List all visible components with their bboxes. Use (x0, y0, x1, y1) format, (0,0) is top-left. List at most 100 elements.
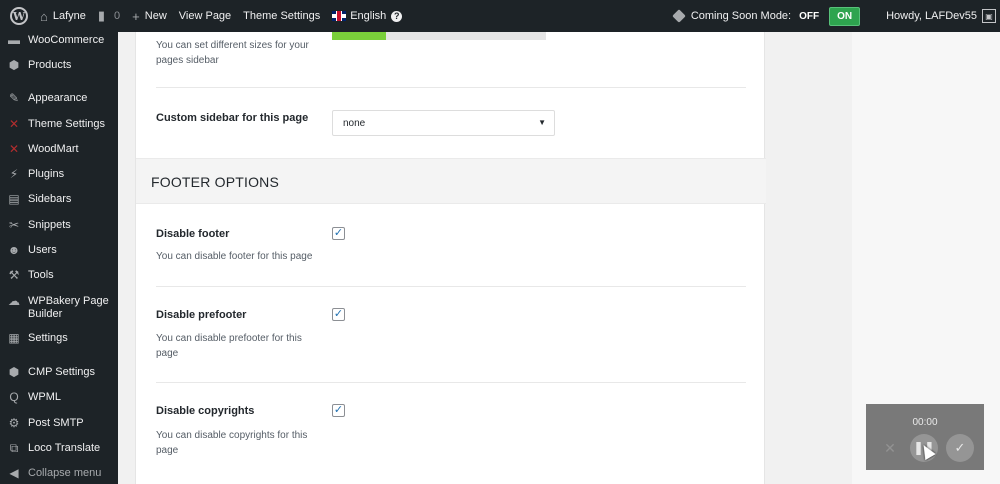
sidebar-item-label: Plugins (28, 168, 65, 180)
products-icon: ⬢ (8, 58, 20, 72)
coming-soon-label: Coming Soon Mode: (690, 10, 792, 22)
avatar: ▣ (982, 9, 996, 23)
cloud-icon: ☁ (8, 294, 20, 308)
sidebar-item-users[interactable]: ☻ Users (0, 244, 118, 257)
howdy-label: Howdy, LAFDev55 (886, 10, 977, 22)
view-page-link[interactable]: View Page (173, 0, 237, 32)
sidebar-item-sidebars[interactable]: ▤ Sidebars (0, 193, 118, 206)
brush-icon: ✎ (8, 91, 20, 105)
disable-copyrights-desc: You can disable copyrights for this page (156, 430, 308, 456)
checkmark-icon: ✓ (333, 308, 344, 320)
wpml-icon: Q (9, 390, 19, 404)
on-badge[interactable]: ON (829, 6, 861, 26)
sidebar-item-label: Theme Settings (28, 118, 106, 130)
recorder-time: 00:00 (912, 417, 938, 428)
translate-icon: ⧉ (9, 441, 19, 455)
sidebar-item-label: WPML (28, 391, 61, 403)
sidebar-item-settings[interactable]: ▦ Settings (0, 332, 118, 345)
divider (156, 87, 746, 88)
question-icon: ? (391, 10, 403, 22)
my-account-link[interactable]: Howdy, LAFDev55 ▣ (880, 0, 1000, 32)
sidebar-item-label: Settings (28, 332, 68, 344)
chevron-down-icon: ▼ (538, 118, 546, 127)
disable-prefooter-label: Disable prefooter (156, 309, 247, 321)
sidebar-size-desc: You can set different sizes for your pag… (156, 40, 309, 66)
sidebar-item-woocommerce[interactable]: ▬ WooCommerce (0, 34, 118, 47)
page-options-panel: You can set different sizes for your pag… (135, 32, 766, 484)
off-label: OFF (799, 10, 820, 22)
woodmart-icon: ✕ (8, 142, 20, 156)
site-name-link[interactable]: ⌂ Lafyne (34, 0, 92, 32)
theme-settings-icon: ✕ (8, 117, 20, 131)
sidebar-item-label: Tools (28, 269, 54, 281)
sidebar-item-wpml[interactable]: Q WPML (0, 391, 118, 404)
custom-sidebar-label: Custom sidebar for this page (156, 112, 309, 124)
recorder-done-button[interactable]: ✓ (946, 434, 974, 462)
divider (156, 286, 746, 287)
sidebar-item-products[interactable]: ⬢ Products (0, 59, 118, 72)
sidebar-item-label: CMP Settings (28, 366, 96, 378)
wordpress-icon: W (10, 7, 28, 25)
sidebar-item-label: WoodMart (28, 143, 79, 155)
disable-prefooter-desc: You can disable prefooter for this page (156, 333, 302, 359)
view-page-label: View Page (178, 10, 232, 22)
sidebar-item-cmp-settings[interactable]: ⬢ CMP Settings (0, 366, 118, 379)
sidebar-item-tools[interactable]: ⚒ Tools (0, 269, 118, 282)
comment-icon: ▮ (97, 8, 106, 23)
sidebar-item-plugins[interactable]: ⚡ Plugins (0, 168, 118, 181)
gear-icon: ⚙ (8, 416, 20, 430)
disable-footer-checkbox[interactable]: ✓ (332, 227, 345, 240)
wrench-icon: ⚒ (8, 268, 20, 282)
sidebar-item-loco-translate[interactable]: ⧉ Loco Translate (0, 442, 118, 455)
checkmark-icon: ✓ (333, 404, 344, 416)
theme-settings-label: Theme Settings (243, 10, 321, 22)
checkmark-icon: ✓ (954, 440, 966, 455)
settings-icon: ▦ (8, 331, 20, 345)
sidebar-item-label: WooCommerce (28, 34, 105, 46)
new-label: New (144, 10, 167, 22)
site-name-label: Lafyne (52, 10, 86, 22)
sidebar-item-post-smtp[interactable]: ⚙ Post SMTP (0, 417, 118, 430)
custom-sidebar-value: none (343, 117, 366, 129)
sidebar-size-fill (332, 32, 386, 40)
sidebar-item-label: WPBakery Page Builder (28, 295, 109, 320)
section-title: FOOTER OPTIONS (151, 174, 280, 190)
disable-footer-desc: You can disable footer for this page (156, 251, 313, 262)
disable-copyrights-label: Disable copyrights (156, 405, 255, 417)
language-label: English (350, 10, 387, 22)
sidebar-item-label: Loco Translate (28, 442, 101, 454)
footer-options-header: FOOTER OPTIONS (136, 158, 766, 204)
comments-link[interactable]: ▮ 0 (92, 0, 126, 32)
home-icon: ⌂ (40, 8, 48, 24)
plug-icon: ⚡ (9, 167, 19, 181)
sidebar-item-wpbakery[interactable]: ☁ WPBakery Page Builder (0, 295, 118, 321)
coming-soon-mode-toggle[interactable]: Coming Soon Mode: OFF ON (667, 0, 880, 32)
user-icon: ☻ (7, 243, 21, 257)
custom-sidebar-select[interactable]: none ▼ (332, 110, 555, 136)
sidebar-size-slider[interactable] (332, 32, 546, 40)
sidebar-item-snippets[interactable]: ✂ Snippets (0, 219, 118, 232)
sidebar-item-label: Snippets (28, 219, 71, 231)
sidebar-item-label: Appearance (28, 92, 88, 104)
sidebar-item-theme-settings[interactable]: ✕ Theme Settings (0, 118, 118, 131)
collapse-menu-button[interactable]: ◀ Collapse menu (0, 467, 118, 480)
uk-flag-icon (332, 11, 347, 21)
sidebar-item-woodmart[interactable]: ✕ WoodMart (0, 143, 118, 156)
sidebars-icon: ▤ (8, 192, 20, 206)
sidebar-item-label: Products (28, 59, 72, 71)
sidebar-item-label: Post SMTP (28, 417, 84, 429)
language-switcher[interactable]: English ? (326, 0, 408, 32)
comments-count: 0 (114, 10, 121, 22)
disable-footer-label: Disable footer (156, 228, 230, 240)
wordpress-logo-button[interactable]: W (0, 0, 34, 32)
disable-prefooter-checkbox[interactable]: ✓ (332, 308, 345, 321)
close-icon: ✕ (884, 439, 896, 456)
admin-bar: W ⌂ Lafyne ▮ 0 + New View Page Theme Set… (0, 0, 1000, 32)
theme-settings-link[interactable]: Theme Settings (237, 0, 326, 32)
admin-sidebar: ▬ WooCommerce ⬢ Products ✎ Appearance ✕ … (0, 32, 118, 484)
sidebar-item-appearance[interactable]: ✎ Appearance (0, 92, 118, 105)
sidebar-item-label: Users (28, 244, 57, 256)
recorder-cancel-button[interactable]: ✕ (876, 434, 904, 462)
disable-copyrights-checkbox[interactable]: ✓ (332, 404, 345, 417)
new-content-link[interactable]: + New (126, 0, 173, 32)
